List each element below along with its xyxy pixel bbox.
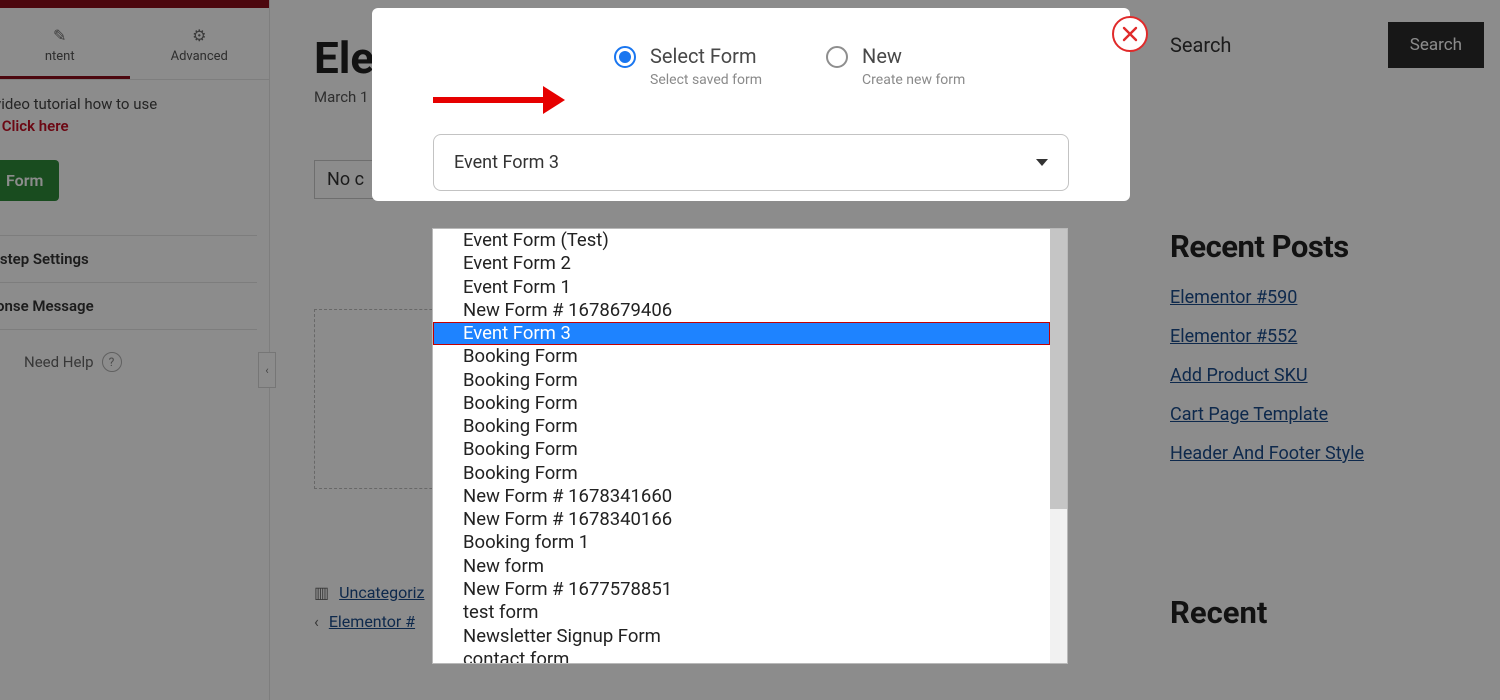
- form-option[interactable]: contact form: [433, 648, 1050, 663]
- form-option[interactable]: New Form # 1678340166: [433, 508, 1050, 531]
- radio-unselected-icon: [826, 46, 848, 68]
- form-option[interactable]: New Form # 1678679406: [433, 299, 1050, 322]
- form-option[interactable]: Booking form 1: [433, 531, 1050, 554]
- select-form-modal: Select Form Select saved form New Create…: [372, 8, 1130, 201]
- close-button[interactable]: [1112, 16, 1148, 52]
- form-mode-radios: Select Form Select saved form New Create…: [404, 44, 1098, 88]
- form-option[interactable]: Booking Form: [433, 345, 1050, 368]
- form-options-listbox: Event Form (Test)Event Form 2Event Form …: [432, 228, 1068, 664]
- radio-new-form-sub: Create new form: [862, 72, 965, 88]
- radio-new-form-label: New: [862, 44, 965, 68]
- radio-selected-icon: [614, 46, 636, 68]
- form-option[interactable]: test form: [433, 601, 1050, 624]
- radio-select-form-sub: Select saved form: [650, 72, 762, 88]
- radio-select-form[interactable]: Select Form Select saved form: [614, 44, 762, 88]
- form-option[interactable]: Booking Form: [433, 415, 1050, 438]
- caret-down-icon: [1036, 159, 1048, 166]
- listbox-scrollbar[interactable]: [1050, 229, 1067, 663]
- form-select-value: Event Form 3: [454, 152, 559, 173]
- radio-new-form[interactable]: New Create new form: [826, 44, 965, 88]
- annotation-arrow: [433, 86, 573, 114]
- form-option[interactable]: Event Form 1: [433, 276, 1050, 299]
- form-option[interactable]: Booking Form: [433, 392, 1050, 415]
- form-option[interactable]: Newsletter Signup Form: [433, 625, 1050, 648]
- form-option[interactable]: Event Form 3: [433, 322, 1050, 345]
- form-option[interactable]: Booking Form: [433, 438, 1050, 461]
- form-option[interactable]: New Form # 1678341660: [433, 485, 1050, 508]
- close-icon: [1122, 26, 1138, 42]
- form-option[interactable]: New form: [433, 555, 1050, 578]
- form-select-dropdown[interactable]: Event Form 3: [433, 134, 1069, 191]
- form-option[interactable]: New Form # 1677578851: [433, 578, 1050, 601]
- scrollbar-thumb[interactable]: [1050, 229, 1067, 509]
- form-option[interactable]: Event Form 2: [433, 252, 1050, 275]
- radio-select-form-label: Select Form: [650, 44, 762, 68]
- form-option[interactable]: Booking Form: [433, 462, 1050, 485]
- form-option[interactable]: Booking Form: [433, 369, 1050, 392]
- form-option[interactable]: Event Form (Test): [433, 229, 1050, 252]
